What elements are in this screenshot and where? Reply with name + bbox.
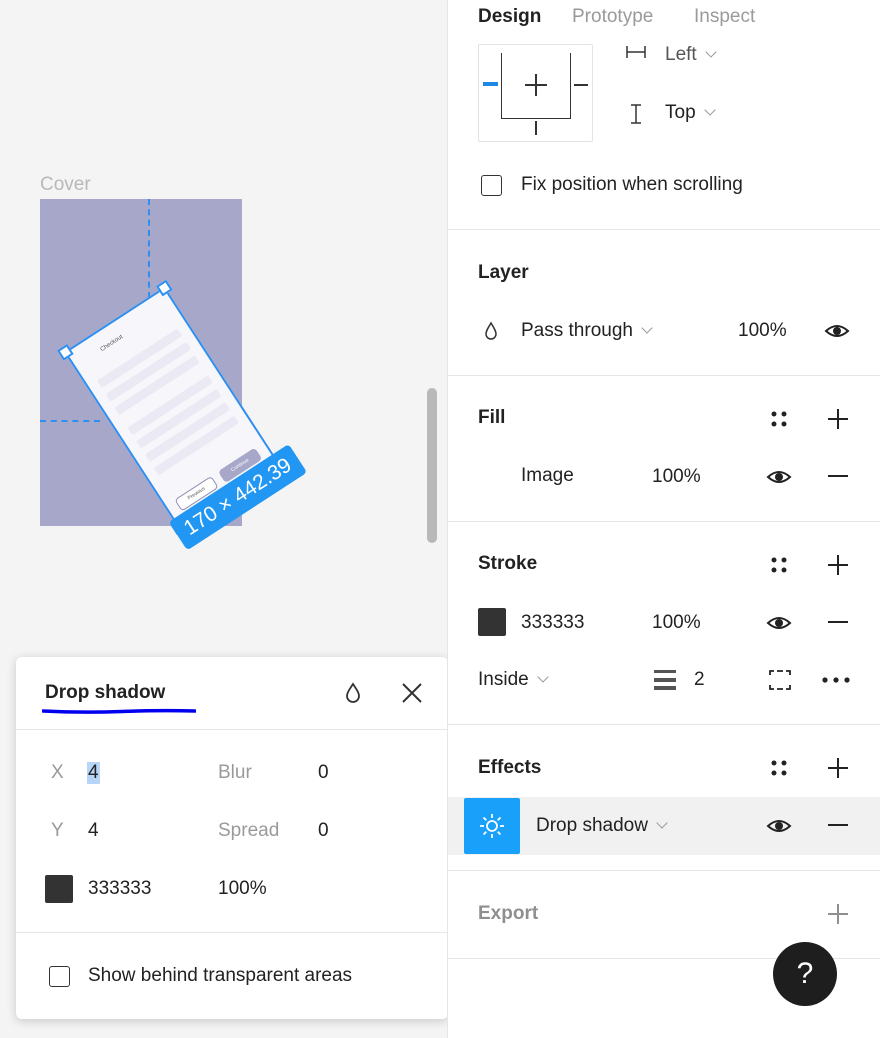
- drop-icon[interactable]: [342, 681, 364, 705]
- effect-row-drop-shadow[interactable]: Drop shadow: [448, 797, 880, 855]
- horizontal-guide: [40, 420, 100, 422]
- y-label: Y: [51, 820, 64, 841]
- canvas-scrollbar[interactable]: [427, 388, 437, 543]
- spread-input[interactable]: 0: [318, 820, 329, 842]
- vertical-constraint-select[interactable]: Top: [665, 102, 716, 124]
- frame-label[interactable]: Cover: [40, 174, 91, 196]
- effect-type-select[interactable]: Drop shadow: [536, 815, 668, 837]
- show-behind-label: Show behind transparent areas: [88, 965, 353, 986]
- help-button[interactable]: ?: [773, 942, 837, 1006]
- tab-design[interactable]: Design: [478, 6, 541, 28]
- add-stroke-icon[interactable]: [826, 553, 850, 577]
- sun-icon: [480, 814, 504, 838]
- shadow-color-swatch[interactable]: [45, 875, 73, 903]
- more-options-icon[interactable]: [821, 672, 851, 688]
- add-effect-icon[interactable]: [826, 756, 850, 780]
- remove-fill-icon[interactable]: [826, 466, 850, 486]
- stroke-weight-icon: [654, 670, 676, 690]
- effect-type-value: Drop shadow: [536, 815, 648, 836]
- export-section-title[interactable]: Export: [478, 903, 538, 925]
- y-input[interactable]: 4: [88, 820, 99, 842]
- vertical-constraint-value: Top: [665, 102, 696, 123]
- constraint-left-active[interactable]: [483, 82, 498, 86]
- fill-section-title: Fill: [478, 407, 506, 428]
- section-divider: [448, 229, 880, 230]
- spread-label: Spread: [218, 820, 280, 841]
- stroke-position-select[interactable]: Inside: [478, 669, 549, 691]
- section-divider: [448, 521, 880, 522]
- eye-icon[interactable]: [766, 815, 792, 837]
- layer-section-title: Layer: [478, 262, 529, 283]
- chevron-down-icon: [703, 104, 716, 116]
- add-fill-icon[interactable]: [826, 407, 850, 431]
- remove-stroke-icon[interactable]: [826, 612, 850, 632]
- tab-prototype[interactable]: Prototype: [572, 6, 653, 28]
- constraint-right[interactable]: [574, 84, 588, 86]
- style-grid-icon[interactable]: [768, 554, 790, 576]
- fix-position-label: Fix position when scrolling: [521, 174, 743, 195]
- properties-panel: Design Prototype Inspect Left Top Fix po…: [447, 0, 880, 1038]
- effect-settings-button[interactable]: [464, 798, 520, 854]
- x-input[interactable]: 4: [87, 762, 100, 784]
- chevron-down-icon: [641, 322, 653, 334]
- fix-position-checkbox[interactable]: [481, 175, 502, 196]
- x-label: X: [51, 762, 64, 783]
- show-behind-checkbox[interactable]: [49, 966, 70, 987]
- blur-input[interactable]: 0: [318, 762, 329, 784]
- blend-mode-select[interactable]: Pass through: [521, 320, 653, 342]
- blur-label: Blur: [218, 762, 252, 783]
- individual-strokes-icon[interactable]: [768, 669, 792, 691]
- eye-icon[interactable]: [766, 466, 792, 488]
- shadow-color-opacity[interactable]: 100%: [218, 878, 267, 900]
- horizontal-constraint-value: Left: [665, 44, 697, 65]
- section-divider: [448, 870, 880, 871]
- popover-divider: [16, 932, 448, 933]
- blend-drop-icon: [485, 321, 497, 340]
- add-export-icon[interactable]: [826, 902, 850, 926]
- vertical-constraint-icon: [631, 104, 641, 124]
- close-icon[interactable]: [400, 681, 424, 705]
- shadow-color-hex[interactable]: 333333: [88, 878, 151, 900]
- stroke-color-swatch[interactable]: [478, 608, 506, 636]
- remove-effect-icon[interactable]: [826, 815, 850, 835]
- fill-opacity-input[interactable]: 100%: [652, 466, 701, 488]
- stroke-section-title: Stroke: [478, 553, 538, 574]
- layer-opacity-input[interactable]: 100%: [738, 320, 787, 342]
- phone-screen-title: Checkout: [99, 334, 125, 354]
- horizontal-constraint-icon: [626, 46, 646, 58]
- style-grid-icon[interactable]: [768, 757, 790, 779]
- fill-type[interactable]: Image: [521, 465, 574, 487]
- style-grid-icon[interactable]: [768, 408, 790, 430]
- popover-header: Drop shadow: [16, 657, 448, 730]
- section-divider: [448, 724, 880, 725]
- effects-section-title: Effects: [478, 757, 542, 778]
- blend-mode-value: Pass through: [521, 320, 633, 341]
- chevron-down-icon: [537, 671, 549, 683]
- tab-inspect[interactable]: Inspect: [694, 6, 755, 28]
- constraint-center-v[interactable]: [535, 74, 537, 96]
- stroke-opacity-input[interactable]: 100%: [652, 612, 701, 634]
- chevron-down-icon: [705, 46, 717, 58]
- constraints-widget[interactable]: [478, 44, 593, 142]
- popover-title: Drop shadow: [45, 682, 166, 703]
- drop-shadow-popover: Drop shadow X 4 Blur 0 Y 4 Spread 0 3333…: [16, 657, 448, 1019]
- horizontal-constraint-select[interactable]: Left: [665, 44, 717, 66]
- chevron-down-icon: [656, 817, 668, 829]
- eye-icon[interactable]: [766, 612, 792, 634]
- constraint-bottom[interactable]: [535, 121, 537, 135]
- annotation-underline: [42, 708, 196, 714]
- stroke-weight-input[interactable]: 2: [694, 669, 705, 691]
- stroke-color-hex[interactable]: 333333: [521, 612, 584, 634]
- section-divider: [448, 375, 880, 376]
- eye-icon[interactable]: [824, 320, 850, 342]
- stroke-position-value: Inside: [478, 669, 529, 690]
